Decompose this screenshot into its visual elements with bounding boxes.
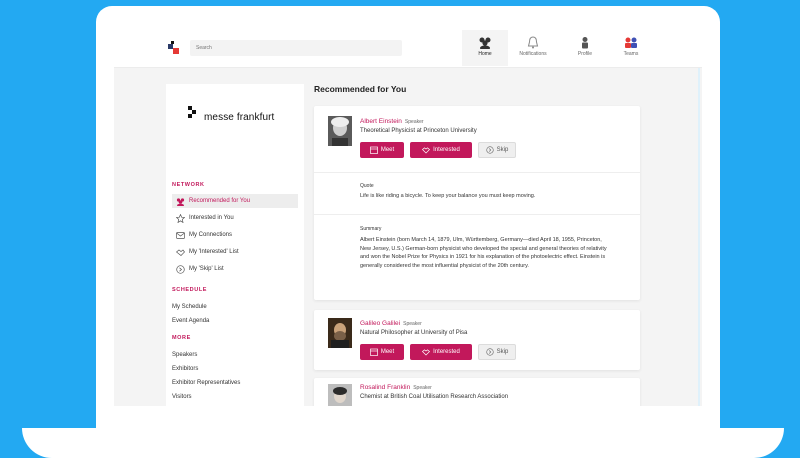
sidebar-item-interested-in-you[interactable]: Interested in You	[172, 211, 298, 225]
person-role: Speaker	[404, 119, 424, 125]
laptop-base	[22, 428, 784, 458]
portrait-icon	[328, 116, 352, 146]
nav-profile-label: Profile	[577, 51, 593, 57]
person-role: Speaker	[413, 385, 432, 391]
sidebar-item-label: My Connections	[189, 232, 233, 238]
person-name-row: Albert Einstein Speaker	[360, 118, 424, 125]
portrait-icon	[328, 384, 352, 406]
person-name-row: Galileo Galilei Speaker	[360, 320, 422, 327]
meet-button[interactable]: Meet	[360, 142, 404, 158]
skip-button[interactable]: Skip	[478, 142, 516, 158]
handshake-icon	[422, 349, 431, 356]
avatar	[328, 116, 352, 146]
quote-label: Quote	[360, 183, 374, 189]
sidebar-item-label: Exhibitor Representatives	[172, 380, 241, 386]
sidebar-item-label: Visitors	[172, 394, 192, 400]
person-card: Albert Einstein Speaker Theoretical Physi…	[314, 106, 640, 300]
sidebar-item-label: My 'Skip' List	[189, 266, 224, 272]
sidebar-item-label: Speakers	[172, 352, 198, 358]
summary-text: Albert Einstein (born March 14, 1879, Ul…	[360, 237, 607, 269]
profile-icon	[582, 37, 588, 49]
sidebar-item-speakers[interactable]: Speakers	[172, 348, 298, 362]
scrollbar[interactable]	[698, 68, 700, 406]
schedule-section-title: SCHEDULE	[172, 287, 208, 293]
skip-icon	[176, 264, 185, 274]
person-role: Speaker	[403, 321, 422, 327]
network-section-title: NETWORK	[172, 182, 205, 188]
sidebar-item-visitors[interactable]: Visitors	[172, 390, 298, 404]
meet-button-label: Meet	[380, 349, 395, 355]
skip-button[interactable]: Skip	[478, 344, 516, 360]
sidebar-item-label: Event Agenda	[172, 318, 210, 324]
interested-button-label: Interested	[433, 349, 460, 355]
skip-icon	[486, 348, 494, 356]
handshake-icon	[176, 249, 185, 256]
avatar	[328, 384, 352, 406]
meet-button-label: Meet	[380, 147, 395, 153]
brand-logo-icon	[188, 106, 196, 118]
app-logo-icon[interactable]	[166, 40, 182, 56]
skip-button-label: Skip	[496, 147, 509, 153]
sidebar-item-label: Interested in You	[189, 215, 234, 221]
nav-home[interactable]: Home	[462, 30, 508, 66]
person-name-row: Rosalind Franklin Speaker	[360, 384, 432, 391]
person-title: Chemist at British Coal Utilisation Rese…	[360, 394, 509, 400]
sidebar-item-label: Recommended for You	[189, 198, 251, 204]
person-title: Theoretical Physicist at Princeton Unive…	[360, 128, 477, 134]
skip-icon	[486, 146, 494, 154]
people-icon	[176, 197, 185, 206]
sidebar-item-interested-list[interactable]: My 'Interested' List	[172, 245, 298, 259]
teams-icon	[625, 37, 637, 48]
divider	[314, 214, 640, 215]
person-name[interactable]: Galileo Galilei	[360, 320, 400, 327]
search-input[interactable]	[190, 40, 402, 56]
sidebar-item-connections[interactable]: My Connections	[172, 228, 298, 242]
sidebar-item-exhibitor-representatives[interactable]: Exhibitor Representatives	[172, 376, 298, 390]
brand-name: messe frankfurt	[204, 112, 275, 123]
calendar-icon	[369, 348, 378, 356]
person-card: Galileo Galilei Speaker Natural Philosoph…	[314, 310, 640, 370]
nav-teams[interactable]: Teams	[608, 30, 654, 66]
sidebar-item-skip-list[interactable]: My 'Skip' List	[172, 262, 298, 276]
person-name[interactable]: Albert Einstein	[360, 118, 402, 125]
summary-label: Summary	[360, 226, 382, 232]
portrait-icon	[328, 318, 352, 348]
top-bar: Home Notifications Profile Teams	[114, 28, 702, 68]
interested-button[interactable]: Interested	[410, 142, 472, 158]
sidebar-item-label: My 'Interested' List	[189, 249, 239, 255]
interested-button[interactable]: Interested	[410, 344, 472, 360]
person-title: Natural Philosopher at University of Pis…	[360, 330, 468, 336]
sidebar-item-event-agenda[interactable]: Event Agenda	[172, 314, 298, 328]
sidebar-item-my-schedule[interactable]: My Schedule	[172, 300, 298, 314]
avatar	[328, 318, 352, 348]
nav-notifications[interactable]: Notifications	[510, 30, 556, 66]
sidebar: messe frankfurt NETWORK Recommended for …	[166, 84, 304, 406]
star-icon	[176, 213, 185, 223]
divider	[314, 172, 640, 173]
person-card: Rosalind Franklin Speaker Chemist at Brit…	[314, 378, 640, 406]
page-title: Recommended for You	[314, 84, 407, 94]
handshake-icon	[422, 147, 431, 154]
sidebar-item-label: Exhibitors	[172, 366, 199, 372]
connections-icon	[176, 231, 185, 239]
sidebar-item-exhibitors[interactable]: Exhibitors	[172, 362, 298, 376]
interested-button-label: Interested	[433, 147, 460, 153]
sidebar-item-recommended[interactable]: Recommended for You	[172, 194, 298, 208]
nav-teams-label: Teams	[623, 51, 639, 57]
app-screen: Home Notifications Profile Teams	[114, 28, 702, 406]
quote-text: Life is like riding a bicycle. To keep y…	[360, 193, 536, 199]
nav-notifications-label: Notifications	[519, 51, 547, 57]
nav-profile[interactable]: Profile	[562, 30, 608, 66]
bell-icon	[527, 36, 539, 49]
more-section-title: MORE	[172, 335, 191, 341]
calendar-icon	[369, 146, 378, 154]
skip-button-label: Skip	[496, 349, 509, 355]
nav-home-label: Home	[478, 51, 492, 57]
sidebar-item-label: My Schedule	[172, 304, 207, 310]
meet-button[interactable]: Meet	[360, 344, 404, 360]
home-icon	[479, 37, 491, 49]
person-name[interactable]: Rosalind Franklin	[360, 384, 410, 391]
